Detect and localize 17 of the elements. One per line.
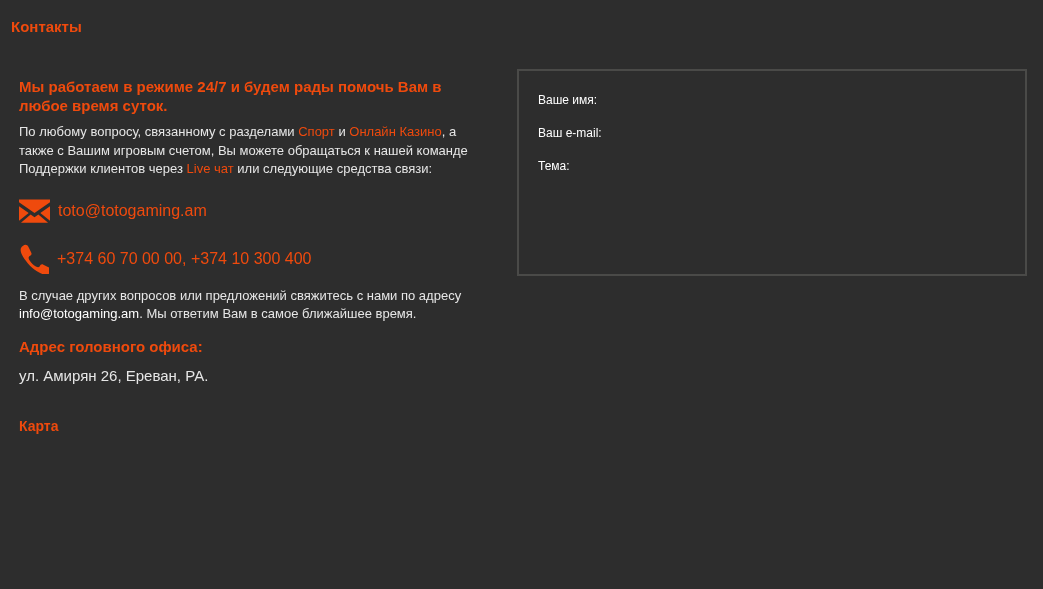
- section-link[interactable]: Онлайн Казино: [349, 124, 442, 139]
- other-inquiries-paragraph: В случае других вопросов или предложений свяжитесь с нами по адресу info@totogaming.am. Мы ответим Вам в самое ближайшее время.: [19, 286, 463, 323]
- form-field-label: Тема:: [538, 159, 570, 174]
- office-address: ул. Амирян 26, Ереван, РА.: [19, 366, 210, 384]
- envelope-icon: [19, 198, 50, 223]
- email-link[interactable]: toto@totogaming.am: [58, 201, 207, 220]
- map-link[interactable]: Карта: [19, 417, 59, 434]
- section-link[interactable]: Спорт: [298, 124, 335, 139]
- form-field-label: Ваш e-mail:: [538, 126, 602, 141]
- phone-link[interactable]: +374 60 70 00 00, +374 10 300 400: [57, 249, 312, 268]
- page-title: Контакты: [11, 18, 83, 35]
- phone-icon: [19, 243, 49, 274]
- office-heading: Адрес головного офиса:: [19, 337, 204, 355]
- form-field-label: Ваше имя:: [538, 93, 598, 108]
- section-link[interactable]: Live чат: [186, 161, 234, 176]
- headline: Мы работаем в режиме 24/7 и будем рады помочь Вам в любое время суток.: [19, 77, 443, 115]
- intro-paragraph: По любому вопросу, связанному с разделами Спорт и Онлайн Казино, а также с Вашим игровым счетом, Вы можете обращаться к нашей команде Поддержки клиентов через Live чат или следующие средства связи:: [19, 123, 469, 178]
